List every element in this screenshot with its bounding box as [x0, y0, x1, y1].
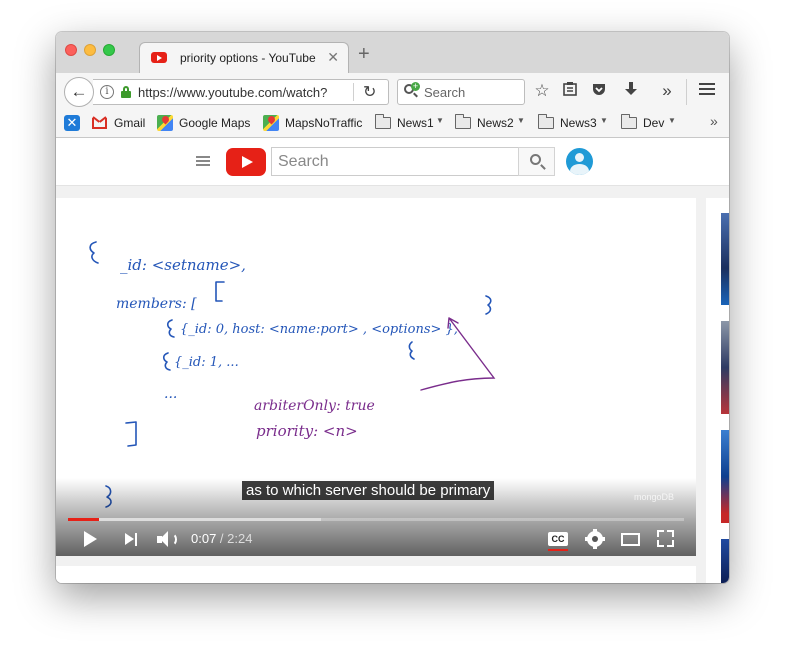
video-info-card — [56, 566, 696, 583]
bookmark-gmail[interactable]: Gmail — [92, 115, 152, 133]
folder-icon — [455, 114, 471, 129]
apps-icon[interactable]: ✕ — [64, 115, 80, 131]
next-button[interactable] — [125, 533, 139, 546]
bookmarks-overflow-icon[interactable]: » — [710, 113, 718, 129]
related-thumbnail[interactable] — [721, 321, 729, 414]
wb-line-id1: {_id: 1, ... — [174, 355, 239, 370]
overflow-chevron-icon[interactable]: » — [657, 81, 677, 101]
bookmarks-bar: ✕ Gmail Google Maps MapsNoTraffic News1 … — [56, 110, 729, 138]
youtube-logo[interactable] — [226, 148, 266, 176]
wb-line-id: _id: <setname>, — [120, 256, 246, 274]
window-minimize-button[interactable] — [84, 44, 96, 56]
window-maximize-button[interactable] — [103, 44, 115, 56]
folder-icon — [621, 114, 637, 129]
new-tab-button[interactable]: + — [358, 44, 370, 64]
hamburger-menu-icon[interactable] — [697, 81, 717, 101]
chevron-down-icon: ▼ — [517, 116, 525, 125]
chevron-down-icon: ▼ — [436, 116, 444, 125]
window-close-button[interactable] — [65, 44, 77, 56]
search-icon — [530, 154, 541, 165]
tab-close-icon[interactable]: ✕ — [327, 49, 339, 66]
wb-line-priority: priority: <n> — [256, 422, 358, 440]
subtitles-button[interactable]: CC — [548, 532, 568, 546]
chevron-down-icon: ▼ — [600, 116, 608, 125]
url-divider — [353, 83, 354, 101]
tab-strip: priority options - YouTube ✕ + — [56, 32, 729, 74]
search-engine-add-icon: + — [411, 81, 420, 91]
time-separator: / — [216, 531, 228, 546]
maps-icon — [263, 115, 279, 131]
wb-line-ellipsis: ... — [164, 386, 177, 402]
related-thumbnail[interactable] — [721, 430, 729, 523]
current-time: 0:07 — [191, 531, 217, 546]
download-icon[interactable] — [621, 81, 641, 101]
youtube-header: Search — [56, 138, 729, 186]
youtube-search-button[interactable] — [518, 147, 555, 176]
bookmark-folder-news3[interactable]: News3 ▼ — [538, 114, 610, 133]
bookmark-star-icon[interactable]: ☆ — [532, 81, 552, 101]
wb-line-arbiter: arbiterOnly: true — [254, 398, 375, 414]
youtube-search-placeholder: Search — [278, 153, 329, 170]
pocket-icon[interactable] — [589, 81, 609, 101]
related-videos-sidebar — [706, 198, 729, 583]
folder-icon — [538, 114, 554, 129]
avatar[interactable] — [566, 148, 593, 175]
browser-window: priority options - YouTube ✕ + i https:/… — [56, 32, 729, 583]
played-bar — [68, 518, 99, 521]
youtube-page: Search _id: <setname>, members: [{_id: … — [56, 138, 729, 583]
theater-mode-button[interactable] — [621, 533, 640, 546]
info-icon[interactable]: i — [100, 85, 114, 99]
tab-youtube[interactable]: priority options - YouTube ✕ — [139, 42, 349, 74]
progress-bar[interactable] — [68, 518, 684, 521]
toolbar-divider — [686, 79, 687, 105]
time-display: 0:07 / 2:24 — [191, 531, 252, 546]
gmail-icon — [92, 118, 107, 129]
subtitles-active-indicator — [548, 549, 568, 551]
bookmark-mapsnotraffic[interactable]: MapsNoTraffic — [263, 115, 368, 133]
bookmark-folder-news2[interactable]: News2 ▼ — [455, 114, 527, 133]
bookmark-google-maps[interactable]: Google Maps — [157, 115, 252, 133]
navigation-bar: i https://www.youtube.com/watch? ↻ ← + S… — [56, 73, 729, 110]
url-bar[interactable]: i https://www.youtube.com/watch? ↻ — [93, 79, 389, 105]
lock-icon — [121, 86, 131, 98]
sound-wave — [167, 533, 177, 546]
closed-caption: as to which server should be primary — [242, 481, 495, 500]
mongodb-watermark: mongoDB — [634, 492, 675, 502]
browser-search-placeholder: Search — [424, 85, 466, 100]
bookmark-folder-dev[interactable]: Dev ▼ — [621, 114, 679, 133]
related-thumbnail[interactable] — [721, 213, 729, 305]
youtube-search-input[interactable]: Search — [271, 147, 519, 176]
volume-button[interactable] — [157, 531, 179, 549]
play-button[interactable] — [84, 531, 98, 547]
wb-line-members: members: [ — [116, 296, 197, 312]
video-player[interactable]: _id: <setname>, members: [ {_id: 0, host… — [56, 198, 696, 556]
folder-icon — [375, 114, 391, 129]
settings-gear-icon[interactable] — [586, 529, 604, 549]
guide-menu-icon[interactable] — [196, 156, 210, 166]
duration: 2:24 — [227, 531, 253, 546]
maps-icon — [157, 115, 173, 131]
bookmark-folder-news1[interactable]: News1 ▼ — [375, 114, 445, 133]
reload-icon[interactable]: ↻ — [363, 82, 376, 102]
buffered-bar — [68, 518, 321, 521]
wb-line-host: {_id: 0, host: <name:port> , <options> }… — [180, 322, 458, 337]
back-button[interactable]: ← — [64, 77, 94, 107]
youtube-favicon-icon — [151, 52, 167, 63]
browser-search-field[interactable]: + Search — [397, 79, 525, 105]
reading-list-icon[interactable] — [560, 81, 580, 101]
fullscreen-button[interactable] — [657, 530, 674, 547]
url-text[interactable]: https://www.youtube.com/watch? — [138, 85, 328, 100]
tab-title: priority options - YouTube — [180, 51, 316, 65]
chevron-down-icon: ▼ — [668, 116, 676, 125]
related-thumbnail[interactable] — [721, 539, 729, 583]
